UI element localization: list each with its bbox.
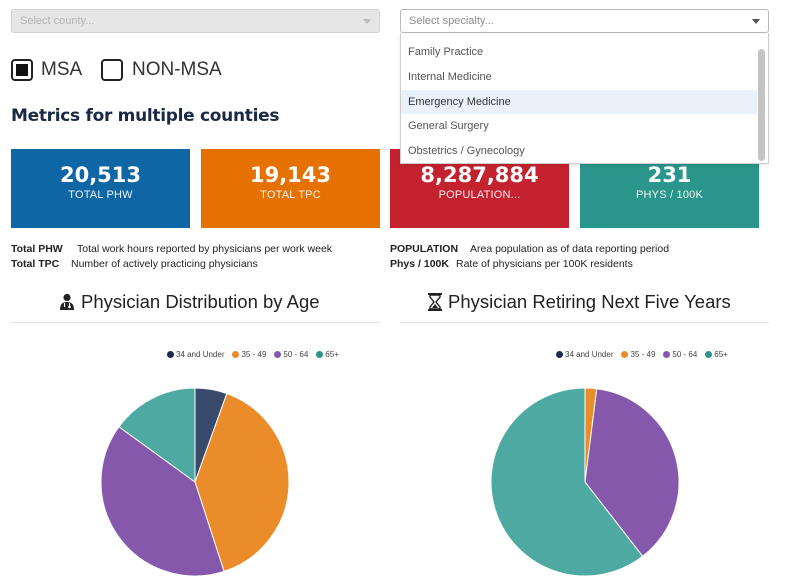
- legend-swatch: [705, 351, 713, 358]
- metric-label: POPULATION...: [438, 189, 521, 201]
- county-select[interactable]: Select county...: [11, 9, 380, 33]
- non-msa-checkbox[interactable]: [101, 59, 123, 81]
- definition-desc: Number of actively practicing physicians: [71, 258, 258, 270]
- definition-term: POPULATION: [390, 243, 459, 255]
- legend-swatch: [556, 351, 563, 358]
- legend-item[interactable]: 65+: [705, 350, 728, 359]
- legend-item[interactable]: 50 - 64: [274, 350, 308, 359]
- legend-swatch: [232, 351, 240, 358]
- age-pie-chart: [100, 387, 290, 577]
- legend-label: 34 and Under: [565, 350, 614, 359]
- retire-pie-chart: [490, 387, 680, 577]
- dropdown-scrollbar[interactable]: [758, 49, 765, 161]
- age-chart-title-text: Physician Distribution by Age: [81, 291, 320, 312]
- metric-label: PHYS / 100K: [635, 189, 703, 201]
- legend-swatch: [274, 351, 282, 358]
- metric-value: 20,513: [59, 163, 142, 187]
- specialty-dropdown: Family Practice Internal Medicine Emerge…: [400, 33, 769, 164]
- retire-chart-title-text: Physician Retiring Next Five Years: [448, 291, 731, 312]
- specialty-option[interactable]: Internal Medicine: [401, 65, 757, 89]
- specialty-option-highlighted[interactable]: Emergency Medicine: [401, 90, 757, 114]
- metric-value: 19,143: [249, 163, 332, 187]
- legend-label: 50 - 64: [672, 350, 698, 359]
- chevron-down-icon: [752, 19, 760, 24]
- legend-item[interactable]: 34 and Under: [167, 350, 224, 359]
- legend-item[interactable]: 65+: [316, 350, 339, 359]
- legend-label: 65+: [714, 350, 728, 359]
- county-select-placeholder: Select county...: [20, 15, 95, 27]
- chevron-down-icon: [363, 19, 371, 24]
- msa-checkbox[interactable]: [11, 59, 33, 81]
- specialty-select-placeholder: Select specialty...: [409, 15, 494, 27]
- divider: [11, 322, 380, 323]
- legend-label: 65+: [325, 350, 339, 359]
- metric-value: 231: [647, 163, 692, 187]
- msa-label: MSA: [41, 59, 83, 80]
- retire-chart-title: Physician Retiring Next Five Years: [428, 291, 731, 313]
- legend-item[interactable]: 34 and Under: [556, 350, 613, 359]
- legend-label: 50 - 64: [283, 350, 309, 359]
- definition-desc: Total work hours reported by physicians …: [77, 243, 333, 255]
- legend-label: 35 - 49: [630, 350, 656, 359]
- specialty-option[interactable]: General Surgery: [401, 114, 757, 138]
- legend-label: 35 - 49: [241, 350, 267, 359]
- definition-term: Total PHW: [11, 243, 63, 255]
- definition-term: Total TPC: [11, 258, 60, 270]
- definition-desc: Area population as of data reporting per…: [470, 243, 670, 255]
- hourglass-icon: [428, 293, 442, 311]
- divider: [400, 322, 769, 323]
- non-msa-label: NON-MSA: [132, 59, 222, 80]
- legend-swatch: [316, 351, 324, 358]
- doctor-icon: [60, 293, 74, 310]
- specialty-option[interactable]: Obstetrics / Gynecology: [401, 139, 757, 163]
- legend-item[interactable]: 35 - 49: [621, 350, 655, 359]
- legend-item[interactable]: 50 - 64: [663, 350, 697, 359]
- section-title: Metrics for multiple counties: [11, 106, 280, 126]
- legend-item[interactable]: 35 - 49: [232, 350, 266, 359]
- definition-term: Phys / 100K: [390, 258, 449, 270]
- metric-label: TOTAL PHW: [68, 189, 133, 201]
- definitions-left: Total PHW Total work hours reported by ph…: [11, 242, 332, 272]
- legend-swatch: [663, 351, 671, 358]
- metric-tile-tpc: 19,143 TOTAL TPC: [201, 149, 380, 228]
- retire-chart-legend: 34 and Under 35 - 49 50 - 64 65+: [556, 350, 728, 359]
- definition-desc: Rate of physicians per 100K residents: [456, 258, 633, 270]
- age-chart-legend: 34 and Under 35 - 49 50 - 64 65+: [167, 350, 339, 359]
- specialty-select[interactable]: Select specialty...: [400, 9, 769, 33]
- metric-tile-phw: 20,513 TOTAL PHW: [11, 149, 190, 228]
- legend-swatch: [167, 351, 174, 358]
- metric-label: TOTAL TPC: [260, 189, 321, 201]
- metric-value: 8,287,884: [420, 163, 539, 187]
- legend-swatch: [621, 351, 629, 358]
- legend-label: 34 and Under: [176, 350, 225, 359]
- age-chart-title: Physician Distribution by Age: [59, 291, 320, 313]
- specialty-option[interactable]: Family Practice: [401, 40, 757, 64]
- definitions-right: POPULATION Area population as of data rep…: [390, 242, 669, 272]
